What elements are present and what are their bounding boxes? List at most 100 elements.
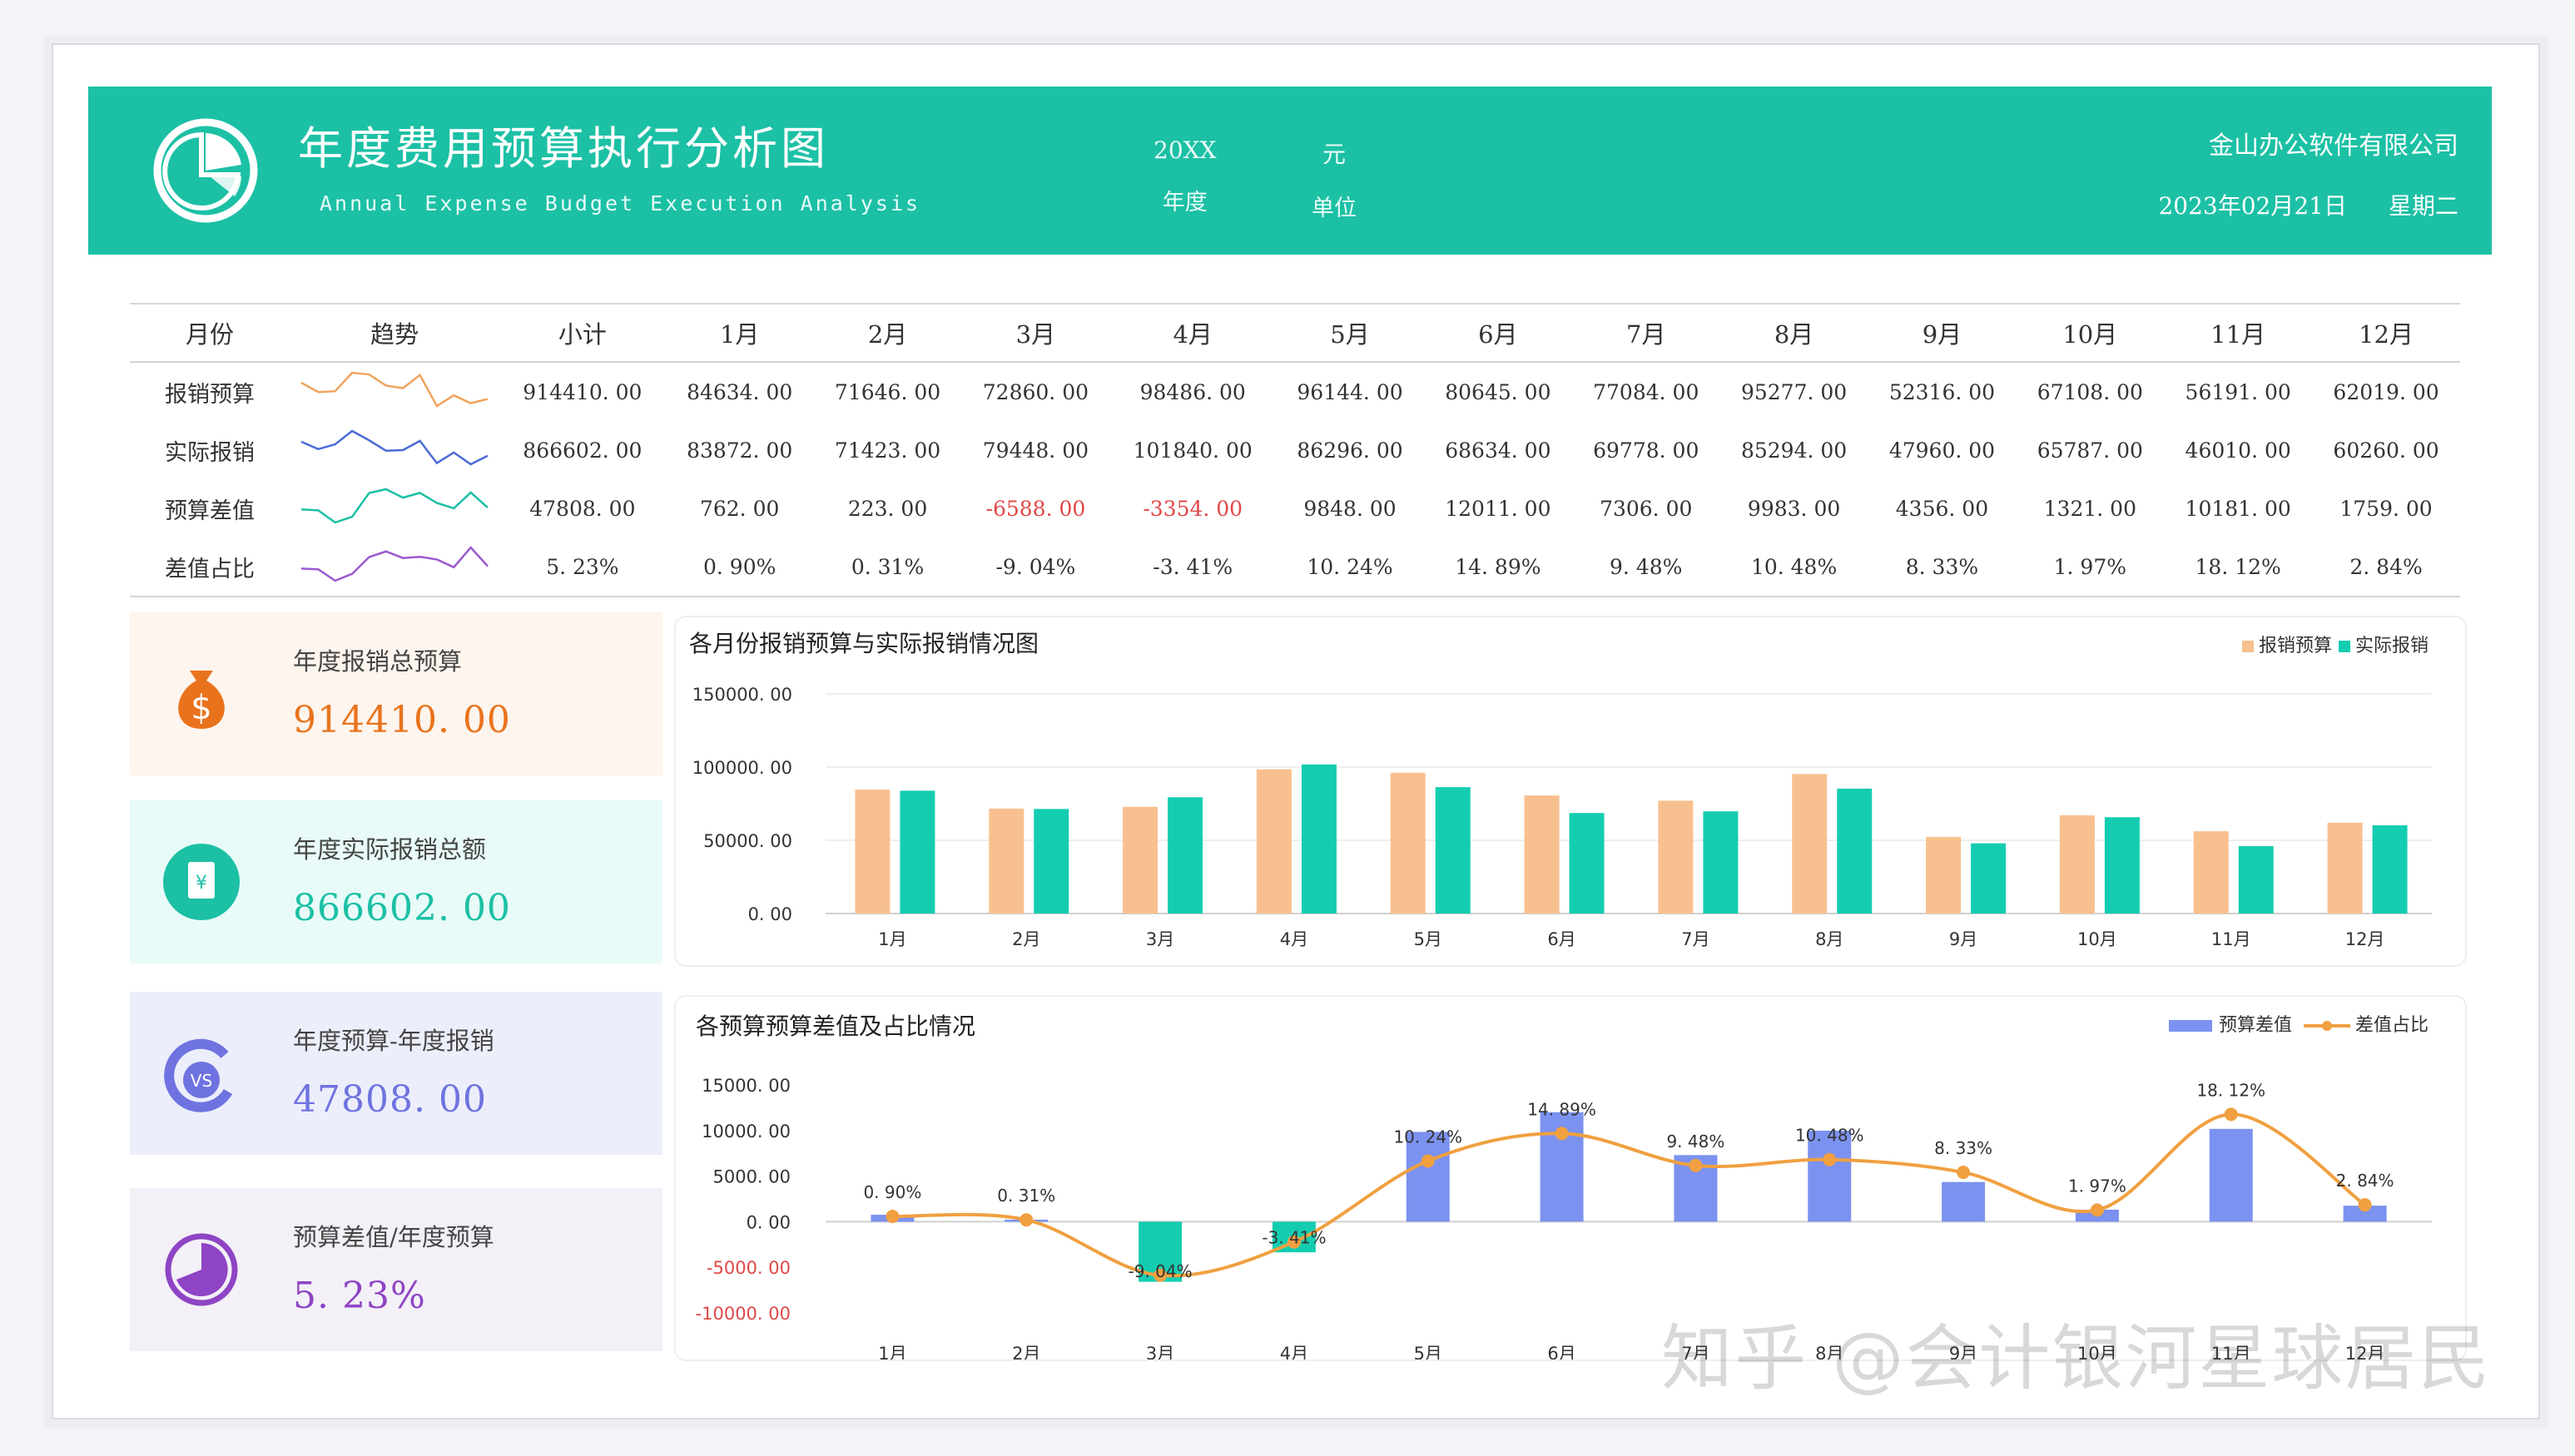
page-subtitle: Annual Expense Budget Execution Analysis — [320, 191, 921, 215]
table-row: 预算差值 47808. 00 762. 00 223. 00 -6588. 00 -335… — [130, 479, 2460, 537]
date-display: 2023年02月21日 星期二 — [2158, 188, 2458, 221]
ratio-data-label: 10. 48% — [1795, 1126, 1864, 1146]
bar-actual — [1301, 764, 1337, 914]
ratio-data-label: 1. 97% — [2068, 1176, 2126, 1196]
table-cell: 4356. 00 — [1895, 496, 1989, 521]
y-tick-label: 5000. 00 — [712, 1167, 791, 1187]
legend-label-budget: 报销预算 — [2258, 636, 2332, 656]
table-cell: 762. 00 — [699, 496, 780, 521]
ratio-point — [1823, 1152, 1837, 1166]
sparkline-svg — [300, 429, 489, 466]
y-tick-label: -5000. 00 — [707, 1258, 791, 1278]
column-header: 3月 — [961, 303, 1110, 363]
y-tick-label: 50000. 00 — [703, 831, 792, 851]
table-cell: 10. 48% — [1719, 537, 1868, 597]
bar-budget — [2327, 822, 2363, 914]
year-label: 年度 — [1162, 190, 1208, 215]
bar-actual — [2104, 817, 2140, 914]
column-header: 5月 — [1276, 303, 1424, 363]
x-tick-label: 3月 — [1146, 929, 1174, 949]
table-cell: 1321. 00 — [2043, 496, 2136, 521]
column-header: 2月 — [813, 303, 962, 363]
legend-label-actual: 实际报销 — [2354, 636, 2429, 656]
row-name: 报销预算 — [165, 381, 255, 408]
legend-swatch-budget — [2241, 641, 2254, 652]
kpi-label: 年度预算-年度报销 — [293, 1027, 494, 1055]
x-tick-label: 7月 — [1681, 929, 1709, 949]
column-header: 趋势 — [290, 303, 499, 363]
ratio-point — [2358, 1198, 2372, 1212]
ratio-point — [1689, 1158, 1703, 1172]
column-header: 1月 — [665, 303, 814, 363]
table-cell: 80645. 00 — [1445, 379, 1551, 404]
table-cell: 223. 00 — [847, 496, 928, 521]
x-tick-label: 1月 — [878, 1344, 906, 1359]
legend-swatch-diff — [2168, 1020, 2212, 1032]
bar-diff — [2209, 1128, 2253, 1222]
table-cell: 7306. 00 — [1600, 496, 1693, 521]
kpi-value: 5. 23% — [293, 1275, 426, 1317]
x-tick-label: 11月 — [2211, 929, 2251, 949]
table-cell: 96144. 00 — [1297, 379, 1403, 404]
receipt-icon: ¥ — [163, 844, 240, 920]
table-row: 报销预算 914410. 00 84634. 00 71646. 00 72860. 0… — [130, 362, 2460, 421]
bar-chart-title: 各月份报销预算与实际报销情况图 — [689, 630, 1039, 657]
bar-budget — [2059, 815, 2095, 914]
bar-budget — [1926, 836, 1962, 914]
legend-line-swatch-ratio — [2303, 1021, 2350, 1031]
table-row: 实际报销 866602. 00 83872. 00 71423. 00 79448. 0… — [130, 421, 2460, 479]
table-cell: 56191. 00 — [2185, 379, 2291, 404]
table-cell: -3354. 00 — [1143, 496, 1243, 521]
table-cell: 71646. 00 — [834, 379, 941, 404]
legend-label-diff: 预算差值 — [2218, 1015, 2292, 1036]
table-cell: 65787. 00 — [2037, 438, 2143, 463]
ratio-point — [886, 1209, 900, 1223]
table-cell: 77084. 00 — [1593, 379, 1699, 404]
combo-chart-title: 各预算预算差值及占比情况 — [696, 1013, 976, 1040]
bar-actual — [900, 790, 935, 914]
pie-icon — [165, 1233, 238, 1306]
ratio-point — [1020, 1213, 1034, 1227]
sparkline-line — [300, 371, 489, 408]
column-header: 9月 — [1868, 303, 2017, 363]
bar-actual — [1435, 787, 1471, 914]
table-cell: 2. 84% — [2312, 537, 2460, 597]
y-tick-label: 150000. 00 — [692, 685, 792, 705]
table-cell: 14. 89% — [1423, 537, 1572, 597]
year-value: 20XX — [1154, 136, 1217, 164]
column-header: 6月 — [1423, 303, 1572, 363]
kpi-label: 预算差值/年度预算 — [293, 1223, 494, 1251]
row-name: 实际报销 — [165, 439, 255, 466]
table-cell: 98486. 00 — [1139, 379, 1246, 404]
x-tick-label: 2月 — [1012, 1344, 1040, 1359]
table-cell: 8. 33% — [1868, 537, 2017, 597]
bar-budget — [1658, 800, 1694, 914]
column-header: 7月 — [1571, 303, 1720, 363]
x-tick-label: 3月 — [1146, 1344, 1174, 1359]
vs-icon: VS — [164, 1038, 233, 1112]
sparkline-svg — [300, 371, 489, 408]
table-cell: 84634. 00 — [687, 379, 793, 404]
bar-diff — [1942, 1181, 1986, 1222]
x-tick-label: 10月 — [2077, 929, 2117, 949]
column-header: 8月 — [1719, 303, 1868, 363]
x-tick-label: 2月 — [1012, 929, 1040, 949]
legend-swatch-actual — [2338, 641, 2350, 652]
cell-total: 47808. 00 — [529, 496, 636, 521]
bar-budget — [1256, 769, 1292, 914]
table-cell: 79448. 00 — [982, 438, 1089, 463]
x-tick-label: 6月 — [1547, 1344, 1575, 1359]
ratio-data-label: 2. 84% — [2336, 1171, 2394, 1191]
weekday-text: 星期二 — [2388, 192, 2458, 220]
ratio-point — [1421, 1154, 1435, 1168]
table-cell: 85294. 00 — [1740, 438, 1848, 463]
kpi-label: 年度报销总预算 — [293, 647, 463, 676]
header-banner: 年度费用预算执行分析图 Annual Expense Budget Execut… — [88, 87, 2492, 255]
table-cell: 1. 97% — [2016, 537, 2165, 597]
sparkline-line — [300, 546, 489, 582]
table-cell: 9848. 00 — [1303, 496, 1397, 521]
svg-text:¥: ¥ — [196, 873, 207, 894]
kpi-card: VS 年度预算-年度报销 47808. 00 — [130, 992, 662, 1155]
table-cell: 83872. 00 — [687, 438, 793, 463]
bar-actual — [1703, 811, 1739, 914]
